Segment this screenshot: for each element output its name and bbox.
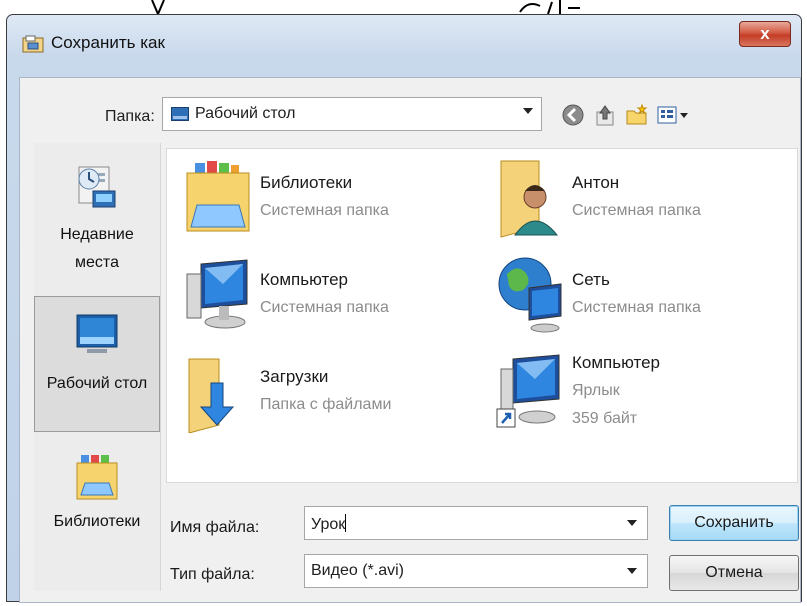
item-size: 359 байт (572, 410, 638, 427)
downloads-folder-icon (188, 358, 235, 433)
back-icon[interactable] (560, 102, 586, 128)
place-libraries[interactable]: Библиотеки (34, 443, 160, 563)
item-name: Загрузки (260, 367, 329, 386)
folder-dropdown-value: Рабочий стол (195, 105, 296, 122)
item-name: Сеть (572, 270, 610, 289)
list-item[interactable]: Загрузки Папка с файлами (175, 351, 475, 441)
filename-label: Имя файла: (170, 519, 260, 536)
desktop-icon (76, 314, 118, 353)
list-item[interactable]: Сеть Системная папка (487, 254, 787, 344)
list-item[interactable]: Библиотеки Системная папка (175, 157, 475, 247)
chevron-down-icon[interactable] (523, 108, 533, 114)
libraries-icon (76, 455, 118, 500)
window-title: Сохранить как (51, 33, 165, 52)
filetype-label: Тип файла: (170, 566, 255, 583)
list-item[interactable]: Компьютер Системная папка (175, 254, 475, 344)
title-bar: Сохранить как x (7, 15, 801, 69)
save-button[interactable]: Сохранить (669, 505, 799, 541)
item-type: Системная папка (572, 299, 701, 316)
place-desktop-label: Рабочий стол (46, 375, 148, 392)
places-bar: Недавние места Рабочий стол Библиотеки (34, 143, 161, 591)
filename-input[interactable]: Урок (304, 506, 648, 540)
list-item[interactable]: Компьютер Ярлык 359 байт (487, 351, 787, 461)
place-recent-label: Недавние места (60, 226, 134, 271)
item-name: Компьютер (572, 353, 660, 372)
close-button[interactable]: x (739, 21, 791, 47)
text-caret (345, 514, 347, 532)
item-name: Антон (572, 173, 620, 192)
dialog-body: Папка: Рабочий стол Недавние места Рабоч… (19, 77, 801, 603)
libraries-folder-icon (186, 161, 250, 232)
desktop-icon (171, 107, 189, 121)
filetype-value: Видео (*.avi) (311, 562, 404, 579)
save-dialog-icon (22, 35, 44, 53)
up-folder-icon[interactable] (592, 102, 618, 128)
item-name: Библиотеки (260, 173, 353, 192)
chevron-down-icon[interactable] (627, 520, 637, 526)
computer-icon (186, 259, 248, 329)
cancel-button[interactable]: Отмена (669, 555, 799, 591)
save-as-dialog: Сохранить как x Папка: Рабочий стол Неда… (6, 14, 802, 603)
view-menu-icon[interactable] (656, 102, 692, 128)
file-list-view: Библиотеки Системная папка Антон Системн… (166, 148, 798, 483)
new-folder-icon[interactable] (624, 102, 650, 128)
item-type: Ярлык (572, 382, 620, 399)
network-icon (498, 257, 562, 333)
item-type: Папка с файлами (260, 396, 392, 413)
list-item[interactable]: Антон Системная папка (487, 157, 787, 247)
recent-places-icon (78, 166, 116, 208)
place-desktop[interactable]: Рабочий стол (34, 296, 160, 432)
chevron-down-icon[interactable] (627, 568, 637, 574)
item-type: Системная папка (572, 202, 701, 219)
folder-label: Папка: (105, 108, 155, 125)
computer-shortcut-icon (496, 354, 560, 428)
filetype-select[interactable]: Видео (*.avi) (304, 554, 648, 588)
item-type: Системная папка (260, 202, 389, 219)
place-recent[interactable]: Недавние места (34, 163, 160, 283)
user-folder-icon (500, 160, 559, 238)
item-type: Системная папка (260, 299, 389, 316)
item-name: Компьютер (260, 270, 348, 289)
place-libraries-label: Библиотеки (53, 513, 141, 530)
folder-dropdown[interactable]: Рабочий стол (162, 97, 542, 131)
filename-value: Урок (311, 516, 346, 533)
